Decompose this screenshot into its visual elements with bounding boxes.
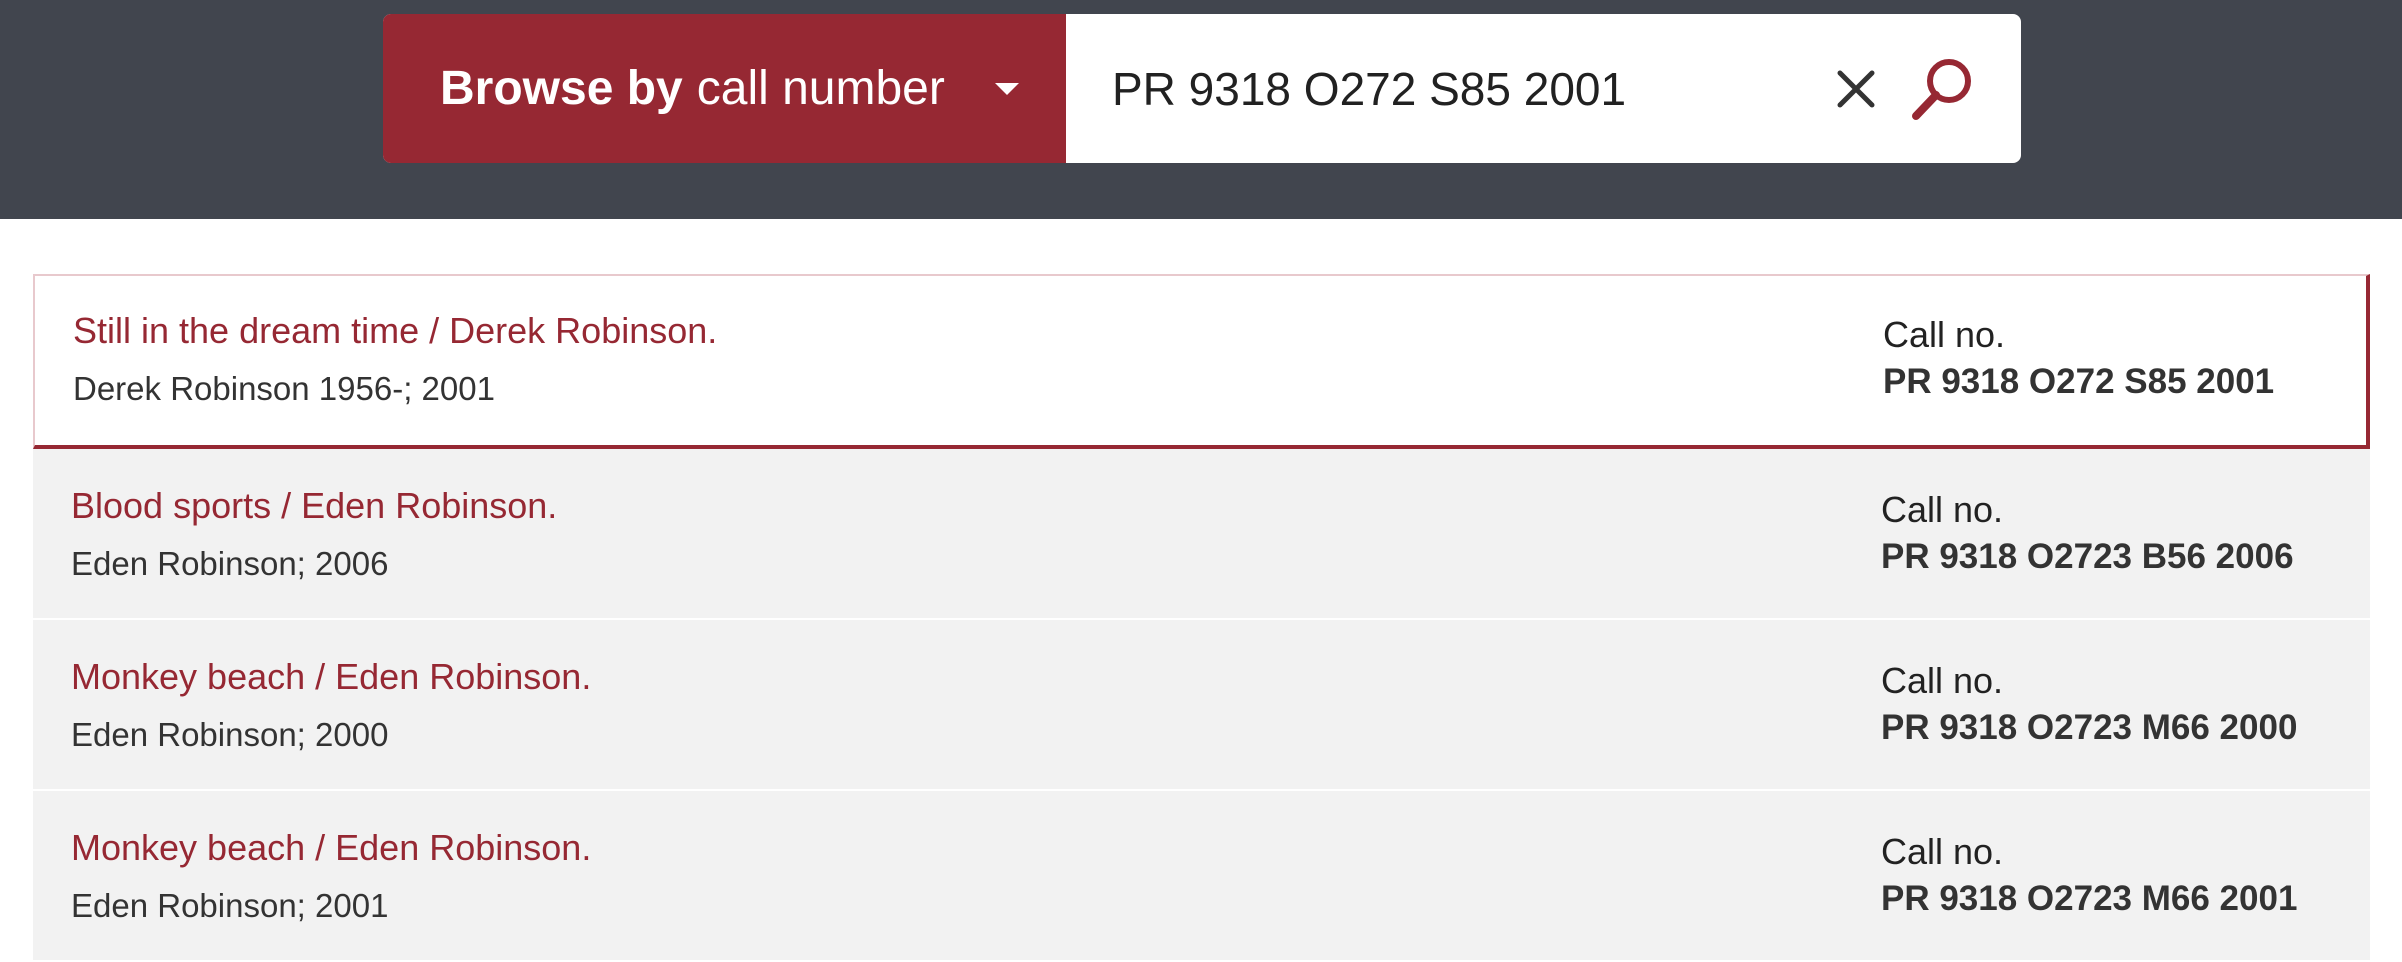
close-icon (1837, 70, 1875, 107)
result-author-date: Eden Robinson; 2000 (71, 716, 389, 753)
search-header: Browse by call number (0, 0, 2402, 219)
result-title-link[interactable]: Monkey beach / Eden Robinson. (71, 827, 591, 869)
clear-search-button[interactable] (1811, 14, 1901, 163)
browse-by-value: call number (696, 62, 945, 115)
result-title-link[interactable]: Blood sports / Eden Robinson. (71, 485, 557, 527)
list-item[interactable]: Monkey beach / Eden Robinson. Eden Robin… (33, 620, 2370, 791)
list-item[interactable]: Still in the dream time / Derek Robinson… (33, 274, 2370, 449)
search-bar: Browse by call number (383, 14, 2021, 163)
search-button[interactable] (1901, 14, 2021, 163)
call-number-value: PR 9318 O2723 B56 2006 (1881, 537, 2294, 576)
chevron-down-icon (994, 82, 1019, 95)
result-author-date: Derek Robinson 1956-; 2001 (73, 370, 495, 407)
search-input[interactable] (1066, 14, 1811, 163)
result-author-date: Eden Robinson; 2006 (71, 545, 389, 582)
result-title-link[interactable]: Still in the dream time / Derek Robinson… (73, 310, 717, 352)
browse-by-label: Browse by (440, 62, 683, 115)
call-number-label: Call no. (1883, 314, 2006, 355)
list-item[interactable]: Blood sports / Eden Robinson. Eden Robin… (33, 449, 2370, 620)
result-author-date: Eden Robinson; 2001 (71, 887, 389, 924)
call-number-label: Call no. (1881, 831, 2004, 872)
list-item[interactable]: Monkey beach / Eden Robinson. Eden Robin… (33, 791, 2370, 962)
call-number-value: PR 9318 O272 S85 2001 (1883, 362, 2275, 401)
result-title-link[interactable]: Monkey beach / Eden Robinson. (71, 656, 591, 698)
call-number-value: PR 9318 O2723 M66 2000 (1881, 708, 2298, 747)
results-list: Still in the dream time / Derek Robinson… (33, 274, 2370, 962)
browse-by-dropdown[interactable]: Browse by call number (383, 14, 1066, 163)
call-number-value: PR 9318 O2723 M66 2001 (1881, 879, 2298, 918)
call-number-label: Call no. (1881, 489, 2004, 530)
call-number-label: Call no. (1881, 660, 2004, 701)
search-icon (1912, 58, 1971, 120)
